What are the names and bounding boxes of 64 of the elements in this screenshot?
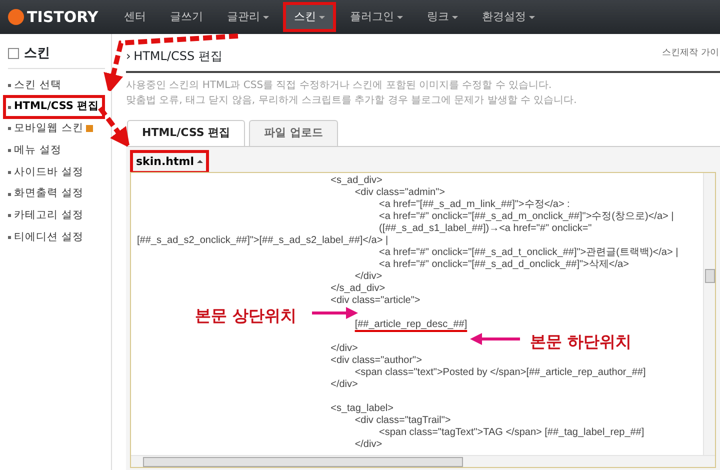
code-line: </div> [354, 439, 382, 450]
sidebar-item[interactable]: 모바일웹 스킨 [3, 117, 105, 141]
annotation-label: 본문 상단위치 [195, 305, 297, 327]
guide-link[interactable]: 스킨제작 가이 [662, 47, 720, 60]
sidebar-item[interactable]: 스킨 선택 [3, 74, 105, 98]
sidebar-item[interactable]: 티에디션 설정 [3, 226, 105, 250]
description-text: 맞춤법 오류, 태그 닫지 않음, 무리하게 스크립트를 추가할 경우 블로그에 문제가 발생할 수 있습니다. [126, 94, 578, 108]
title-marker: › [126, 48, 131, 65]
sidebar-item[interactable]: HTML/CSS 편집 [3, 95, 105, 119]
code-line: <div class="tagTrail"> [354, 415, 451, 426]
code-line: <a href="#" onclick="[##_s_ad_m_onclick_##]">수정(창으로)</a> | [379, 211, 674, 222]
code-line: <div class="admin"> [354, 187, 446, 198]
code-line: <a href="[##_s_ad_m_link_##]">수정</a> : [379, 199, 570, 210]
nav-menu-item[interactable]: 센터 [114, 2, 156, 32]
bullet-icon [8, 214, 11, 218]
code-line: [##_article_rep_desc_##] [354, 319, 468, 330]
code-line: <s_ad_div> [330, 175, 382, 186]
scrollbar-thumb[interactable] [143, 457, 463, 467]
code-line: <a href="#" onclick="[##_s_ad_d_onclick_##]">삭제</a> [379, 259, 629, 270]
sidebar-item[interactable]: 사이드바 설정 [3, 160, 105, 184]
nav-menu-item[interactable]: 환경설정 [472, 2, 546, 32]
code-line: <span class="tagText">TAG </span> [##_tag_label_rep_##] [379, 427, 644, 438]
code-line: ([##_s_ad_s1_label_##])→<a href="#" onclick=" [379, 223, 592, 234]
sidebar-title: 스킨 [24, 45, 50, 63]
pointer-arrow [470, 333, 520, 345]
nav-menu-item[interactable]: 글관리 [217, 2, 280, 32]
pointer-arrow [312, 307, 358, 319]
code-line: </div> [354, 271, 382, 282]
nav-menu-item[interactable]: 플러그인 [340, 2, 414, 32]
bullet-icon [8, 192, 11, 196]
sidebar-item[interactable]: 카테고리 설정 [3, 204, 105, 228]
horizontal-scrollbar[interactable] [131, 455, 715, 467]
description-text: 사용중인 스킨의 HTML과 CSS를 직접 수정하거나 스킨에 포함된 이미지를 수정할 수 있습니다. [126, 79, 553, 93]
tab[interactable]: HTML/CSS 편집 [127, 120, 246, 146]
nav-menu-item[interactable]: 스킨 [283, 2, 336, 32]
code-line: <div class="author"> [330, 355, 422, 366]
code-line: <div class="article"> [330, 295, 420, 306]
code-line: <a href="#" onclick="[##_s_ad_t_onclick_##]">관련글(트랙백)</a> | [379, 247, 678, 258]
code-line: </div> [330, 379, 358, 390]
bullet-icon [8, 127, 11, 130]
sidebar-item[interactable]: 화면출력 설정 [3, 182, 105, 206]
bullet-icon [8, 106, 11, 109]
annotation-label: 본문 하단위치 [530, 331, 632, 353]
nav-menu-item[interactable]: 링크 [417, 2, 468, 32]
code-line: [##_s_ad_s2_onclick_##]">[##_s_ad_s2_label_##]</a> | [137, 235, 388, 246]
code-line: </div> [330, 343, 358, 354]
bullet-icon [8, 170, 11, 174]
bullet-icon [8, 84, 11, 87]
caret-icon [196, 160, 203, 164]
logo-icon [8, 9, 24, 25]
code-line: <span class="text">Posted by </span>[##_article_rep_author_##] [354, 367, 646, 378]
logo-text: TISTORY [27, 6, 98, 28]
code-line: <s_tag_label> [330, 403, 394, 414]
vertical-scrollbar[interactable] [703, 173, 715, 455]
document-icon [8, 48, 19, 60]
scrollbar-thumb[interactable] [705, 269, 715, 283]
bullet-icon [8, 149, 11, 152]
code-line: </s_ad_div> [330, 283, 386, 294]
sidebar-item[interactable]: 메뉴 설정 [3, 138, 105, 162]
tab[interactable]: 파일 업로드 [249, 120, 338, 146]
page-title: HTML/CSS 편집 [134, 48, 222, 65]
bullet-icon [8, 236, 11, 240]
nav-menu-item[interactable]: 글쓰기 [160, 2, 214, 32]
dashed-arrow [98, 106, 130, 148]
